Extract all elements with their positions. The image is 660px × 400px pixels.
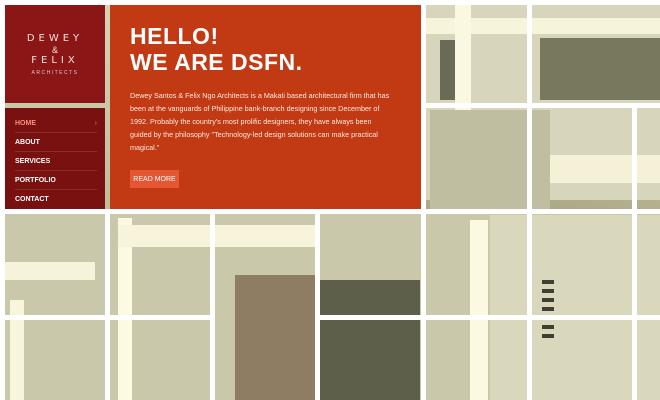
nav-item-label: PORTFOLIO	[15, 176, 56, 184]
grid-line	[0, 209, 660, 214]
balcony-slab	[118, 225, 318, 247]
glass-panel	[430, 110, 550, 210]
grid-line	[210, 209, 215, 400]
read-more-button[interactable]: READ MORE	[130, 170, 179, 188]
nav-item-contact[interactable]: CONTACT	[15, 190, 97, 208]
nav-item-label: HOME	[15, 119, 36, 127]
main-nav: HOME › ABOUT SERVICES PORTFOLIO CONTACT	[5, 108, 105, 209]
nav-item-home[interactable]: HOME ›	[15, 114, 97, 133]
logo-subtitle: ARCHITECTS	[31, 69, 79, 76]
grid-line	[527, 0, 532, 400]
grid-line	[320, 315, 660, 320]
hero-title: HELLO! WE ARE DSFN.	[130, 23, 401, 75]
grid-line	[315, 209, 320, 400]
hero-panel: HELLO! WE ARE DSFN. Dewey Santos & Felix…	[110, 5, 421, 209]
hero-title-line-1: HELLO!	[130, 23, 219, 49]
balcony-slab	[550, 155, 660, 183]
grid-line	[632, 103, 637, 400]
wood-wall	[235, 275, 315, 400]
nav-item-about[interactable]: ABOUT	[15, 133, 97, 152]
nav-item-label: CONTACT	[15, 195, 49, 203]
grid-line	[421, 0, 426, 400]
hero-description: Dewey Santos & Felix Ngo Architects is a…	[130, 91, 390, 152]
logo-ampersand: &	[51, 44, 58, 55]
grid-line	[425, 103, 660, 108]
balcony-slab	[0, 262, 95, 280]
nav-item-portfolio[interactable]: PORTFOLIO	[15, 171, 97, 190]
chevron-right-icon: ›	[94, 119, 97, 127]
nav-item-label: ABOUT	[15, 138, 40, 146]
hero-title-line-2: WE ARE DSFN.	[130, 49, 303, 75]
wall-louver	[542, 280, 554, 340]
light-column	[470, 220, 488, 400]
logo[interactable]: DEWEY & FELIX ARCHITECTS	[5, 5, 105, 103]
logo-line-1: DEWEY	[26, 32, 84, 44]
dark-window	[540, 38, 660, 100]
nav-item-label: SERVICES	[15, 157, 51, 165]
dark-window	[320, 280, 420, 400]
nav-item-services[interactable]: SERVICES	[15, 152, 97, 171]
logo-line-2: FELIX	[31, 54, 79, 66]
grid-line	[105, 209, 110, 400]
